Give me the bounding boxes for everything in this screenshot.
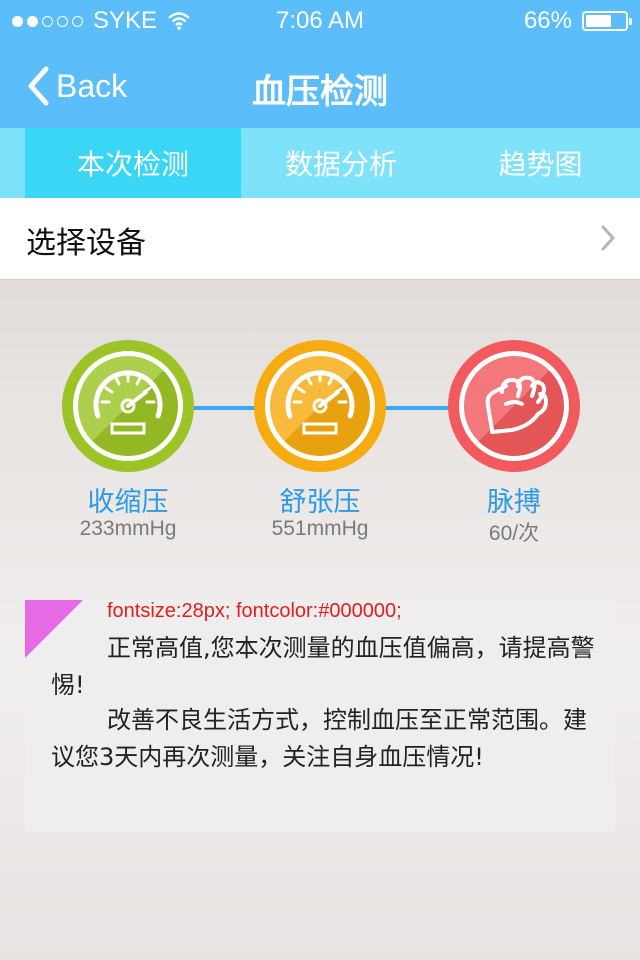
speedometer-icon	[93, 370, 163, 435]
diastolic-indicator	[254, 340, 386, 472]
tab-bar: 本次检测 数据分析 趋势图	[0, 128, 640, 198]
systolic-label: 收缩压	[87, 487, 169, 518]
systolic-indicator	[62, 340, 194, 472]
chevron-right-icon	[601, 225, 615, 251]
status-bar: SYKE 7:06 AM 66%	[0, 0, 640, 40]
advice-message: 改善不良生活方式，控制血压至正常范围。建议您3天内再次测量，关注自身血压情况!	[51, 706, 587, 771]
speedometer-icon	[285, 370, 355, 435]
tab-current-test[interactable]: 本次检测	[25, 128, 241, 198]
tab-label: 趋势图	[498, 148, 583, 181]
navigation-bar: Back 血压检测	[0, 40, 640, 128]
status-right: 66%	[523, 7, 632, 35]
pulse-label: 脉搏	[487, 487, 541, 518]
battery-icon	[582, 11, 632, 31]
pulse-indicator	[448, 340, 580, 472]
tab-label: 数据分析	[284, 148, 397, 181]
tab-data-analysis[interactable]: 数据分析	[241, 128, 441, 198]
select-device-label: 选择设备	[26, 226, 146, 261]
connector-line	[190, 406, 260, 410]
metrics-panel: 收缩压 233mmHg 舒张压 551mmHg 脉搏 60/次	[0, 340, 640, 550]
pulse-value: 60/次	[488, 522, 540, 545]
style-note: fontsize:28px; fontcolor:#000000;	[107, 600, 402, 622]
select-device-row[interactable]: 选择设备	[0, 198, 640, 280]
systolic-value: 233mmHg	[79, 517, 177, 540]
result-card: fontsize:28px; fontcolor:#000000; 正常高值,您…	[25, 600, 615, 832]
connector-line	[382, 406, 452, 410]
page-title: 血压检测	[252, 72, 388, 112]
battery-level	[586, 15, 611, 27]
diastolic-value: 551mmHg	[271, 517, 369, 540]
tab-label: 本次检测	[76, 148, 189, 181]
diastolic-label: 舒张压	[279, 487, 361, 518]
result-message: 正常高值,您本次测量的血压值偏高，请提高警惕!	[51, 634, 595, 699]
battery-percentage: 66%	[523, 7, 572, 34]
tab-trend-chart[interactable]: 趋势图	[441, 128, 640, 198]
fist-icon	[485, 375, 548, 434]
